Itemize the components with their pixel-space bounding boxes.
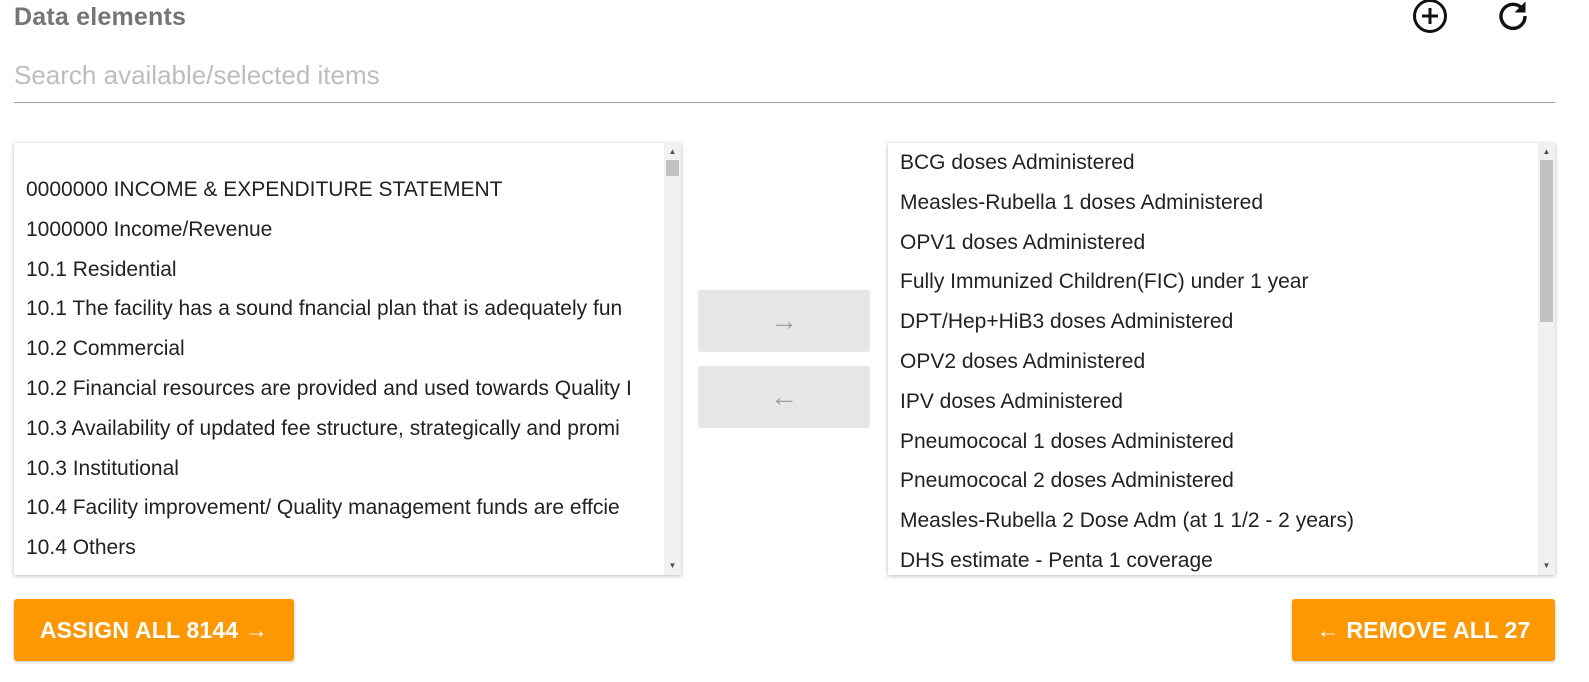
selected-item[interactable]: IPV doses Administered <box>888 382 1538 422</box>
available-item[interactable]: 1000000 Income/Revenue <box>14 210 664 250</box>
scroll-thumb[interactable] <box>666 160 679 176</box>
selected-items-container: BCG doses Administered Measles-Rubella 1… <box>888 143 1538 575</box>
selected-list-scrollbar[interactable]: ▲ ▼ <box>1538 143 1555 575</box>
scroll-down-arrow-icon[interactable]: ▼ <box>664 559 681 573</box>
selected-item[interactable]: BCG doses Administered <box>888 143 1538 183</box>
search-field <box>14 52 1555 103</box>
scroll-down-arrow-icon[interactable]: ▼ <box>1538 559 1555 573</box>
refresh-icon[interactable] <box>1493 0 1533 36</box>
move-left-button[interactable]: ← <box>698 366 870 428</box>
available-item[interactable]: 10.4 Others <box>14 528 664 568</box>
remove-all-button[interactable]: ← REMOVE ALL 27 <box>1292 599 1555 661</box>
search-input[interactable] <box>14 52 1555 98</box>
available-item[interactable]: 10.1 Residential <box>14 250 664 290</box>
available-item[interactable]: 10.2 Financial resources are provided an… <box>14 369 664 409</box>
selected-item[interactable]: DHS estimate - Penta 1 coverage <box>888 541 1538 575</box>
available-item[interactable]: 10.3 Institutional <box>14 449 664 489</box>
add-circle-icon[interactable] <box>1410 0 1450 36</box>
scroll-thumb[interactable] <box>1540 160 1553 322</box>
scroll-up-arrow-icon[interactable]: ▲ <box>1538 145 1555 159</box>
move-right-button[interactable]: → <box>698 290 870 352</box>
section-title: Data elements <box>14 3 187 31</box>
scroll-up-arrow-icon[interactable]: ▲ <box>664 145 681 159</box>
selected-item[interactable]: Measles-Rubella 1 doses Administered <box>888 183 1538 223</box>
assign-all-button[interactable]: ASSIGN ALL 8144 → <box>14 599 294 661</box>
data-elements-transfer: Data elements 0000000 INCOME & EXPENDITU… <box>0 0 1589 682</box>
selected-item[interactable]: DPT/Hep+HiB3 doses Administered <box>888 302 1538 342</box>
available-list-scrollbar[interactable]: ▲ ▼ <box>664 143 681 575</box>
available-items-list[interactable]: 0000000 INCOME & EXPENDITURE STATEMENT 1… <box>14 143 681 575</box>
selected-items-list[interactable]: BCG doses Administered Measles-Rubella 1… <box>888 143 1555 575</box>
available-item[interactable]: 0000000 INCOME & EXPENDITURE STATEMENT <box>14 170 664 210</box>
selected-item[interactable]: OPV1 doses Administered <box>888 223 1538 263</box>
available-items-container: 0000000 INCOME & EXPENDITURE STATEMENT 1… <box>14 143 664 575</box>
available-item[interactable]: 10.1 The facility has a sound fnancial p… <box>14 289 664 329</box>
selected-item[interactable]: Fully Immunized Children(FIC) under 1 ye… <box>888 262 1538 302</box>
available-item[interactable]: 10.4 Facility improvement/ Quality manag… <box>14 488 664 528</box>
selected-item[interactable]: Measles-Rubella 2 Dose Adm (at 1 1/2 - 2… <box>888 501 1538 541</box>
selected-item[interactable]: OPV2 doses Administered <box>888 342 1538 382</box>
selected-item[interactable]: Pneumococal 1 doses Administered <box>888 422 1538 462</box>
available-item[interactable]: 10.3 Availability of updated fee structu… <box>14 409 664 449</box>
available-item[interactable]: 10.2 Commercial <box>14 329 664 369</box>
selected-item[interactable]: Pneumococal 2 doses Administered <box>888 461 1538 501</box>
